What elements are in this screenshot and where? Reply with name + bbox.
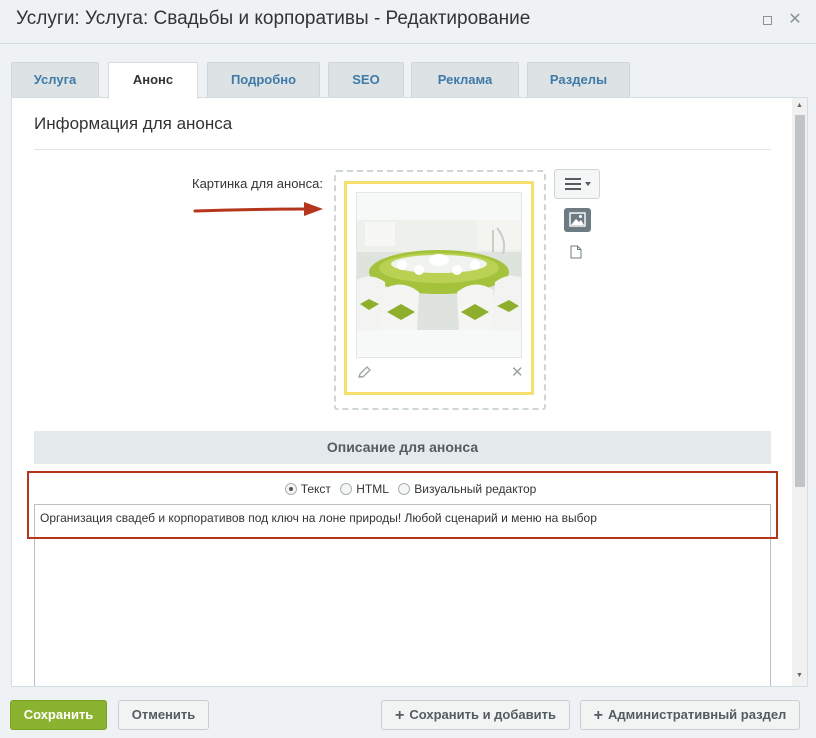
plus-icon: + <box>395 707 405 724</box>
scrollbar[interactable]: ▲ ▼ <box>792 98 807 686</box>
description-textarea[interactable]: Организация свадеб и корпоративов под кл… <box>34 504 771 686</box>
maximize-icon[interactable] <box>757 10 777 30</box>
tab-service[interactable]: Услуга <box>11 62 99 98</box>
scroll-up-icon[interactable]: ▲ <box>796 102 803 109</box>
section-heading: Информация для анонса <box>34 114 233 133</box>
close-icon[interactable]: ✕ <box>785 10 805 30</box>
save-and-add-label: Сохранить и добавить <box>409 707 556 722</box>
arrow-annotation <box>193 202 323 216</box>
tab-sections[interactable]: Разделы <box>527 62 630 98</box>
admin-section-label: Административный раздел <box>608 707 787 722</box>
image-icon <box>569 212 586 227</box>
scroll-down-icon[interactable]: ▼ <box>796 672 803 679</box>
cancel-button[interactable]: Отменить <box>118 700 209 730</box>
radio-button[interactable] <box>340 483 353 495</box>
announcement-image[interactable] <box>357 220 521 330</box>
radio-label: HTML <box>356 482 389 496</box>
plus-icon: + <box>593 707 604 724</box>
window-titlebar: Услуги: Услуга: Свадьбы и корпоративы - … <box>0 0 816 44</box>
pencil-icon[interactable] <box>357 365 372 380</box>
tab-details[interactable]: Подробно <box>207 62 320 98</box>
image-options-button[interactable] <box>554 169 600 199</box>
window-title: Услуги: Услуга: Свадьбы и корпоративы - … <box>16 8 531 29</box>
radio-label: Текст <box>300 482 331 496</box>
image-frame <box>356 192 522 358</box>
file-icon[interactable] <box>570 245 582 259</box>
radio-html[interactable]: HTML <box>340 482 389 496</box>
tab-panel: Информация для анонса Картинка для анонс… <box>11 97 808 687</box>
radio-button[interactable] <box>284 483 297 495</box>
save-and-add-button[interactable]: + Сохранить и добавить <box>381 700 570 730</box>
radio-label: Визуальный редактор <box>414 482 537 496</box>
editor-mode-selector: Текст HTML Визуальный редактор <box>12 482 807 498</box>
scroll-thumb[interactable] <box>795 115 805 487</box>
save-button[interactable]: Сохранить <box>10 700 107 730</box>
radio-visual-editor[interactable]: Визуальный редактор <box>398 482 536 496</box>
tab-announce[interactable]: Анонс <box>108 62 198 99</box>
image-mode-button[interactable] <box>564 208 591 232</box>
tab-ads[interactable]: Реклама <box>411 62 519 98</box>
radio-button[interactable] <box>398 483 411 495</box>
description-heading: Описание для анонса <box>34 431 771 464</box>
tab-seo[interactable]: SEO <box>328 62 404 98</box>
image-label: Картинка для анонса: <box>192 176 323 191</box>
admin-section-button[interactable]: + Административный раздел <box>580 700 800 730</box>
menu-icon <box>565 178 591 190</box>
image-preview-card: ✕ <box>344 181 534 395</box>
footer-toolbar: Сохранить Отменить + Сохранить и добавить… <box>0 688 816 738</box>
divider <box>34 149 771 150</box>
radio-text[interactable]: Текст <box>284 482 331 496</box>
delete-icon[interactable]: ✕ <box>511 363 524 381</box>
